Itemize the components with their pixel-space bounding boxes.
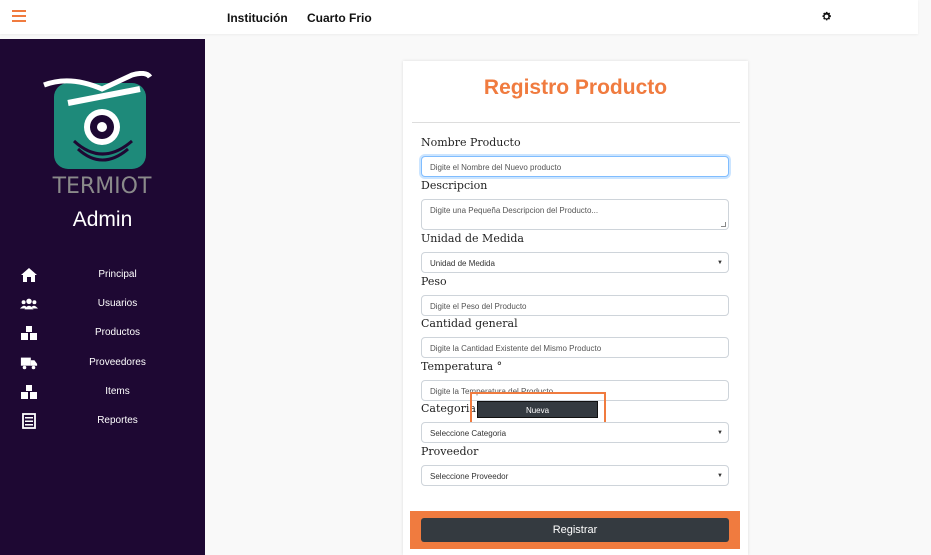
sidebar-item-principal[interactable]: Principal	[0, 264, 205, 288]
clipboard-icon	[22, 413, 36, 429]
weight-input[interactable]: Digite el Peso del Producto	[421, 295, 729, 316]
page-title: Registro Producto	[483, 76, 668, 99]
nav-link-cuarto-frio[interactable]: Cuarto Frio	[307, 11, 372, 25]
resize-handle[interactable]	[721, 222, 726, 227]
category-select[interactable]: Seleccione Categoria ▼	[421, 422, 729, 443]
quantity-input[interactable]: Digite la Cantidad Existente del Mismo P…	[421, 337, 729, 358]
label-descripcion: Descripcion	[421, 179, 488, 192]
sidebar-item-productos[interactable]: Productos	[0, 322, 205, 346]
role-title: Admin	[72, 208, 133, 231]
termiot-logo: TERMIOT	[43, 71, 153, 196]
top-navbar: Institución Cuarto Frio	[0, 0, 918, 34]
hamburger-icon[interactable]	[12, 10, 26, 22]
divider	[412, 122, 740, 123]
new-category-button[interactable]: Nueva	[477, 401, 598, 418]
register-product-card: Registro Producto Nombre Producto Digite…	[403, 61, 748, 555]
nav-link-institucion[interactable]: Institución	[227, 11, 288, 25]
sidebar-item-items[interactable]: Items	[0, 381, 205, 405]
users-icon	[20, 298, 38, 310]
gear-icon[interactable]	[821, 11, 832, 22]
sidebar: TERMIOT Admin Principal Usuarios Product…	[0, 39, 205, 555]
svg-text:TERMIOT: TERMIOT	[52, 174, 152, 196]
chevron-down-icon: ▼	[717, 473, 723, 479]
boxes-icon	[21, 326, 37, 340]
chevron-down-icon: ▼	[717, 260, 723, 266]
sidebar-item-proveedores[interactable]: Proveedores	[0, 352, 205, 376]
home-icon	[21, 268, 37, 282]
description-textarea[interactable]: Digite una Pequeña Descripcion del Produ…	[421, 199, 729, 230]
supplier-select[interactable]: Seleccione Proveedor ▼	[421, 465, 729, 486]
register-button[interactable]: Registrar	[421, 518, 729, 542]
sidebar-item-reportes[interactable]: Reportes	[0, 410, 205, 434]
label-nombre: Nombre Producto	[421, 136, 521, 149]
label-unidad: Unidad de Medida	[421, 232, 524, 245]
register-highlight: Registrar	[410, 511, 740, 549]
label-temperatura: Temperatura °	[421, 360, 503, 373]
product-name-input[interactable]: Digite el Nombre del Nuevo producto	[421, 156, 729, 177]
label-categoria: Categoria	[421, 402, 476, 415]
label-peso: Peso	[421, 275, 447, 288]
chevron-down-icon: ▼	[717, 430, 723, 436]
unit-select[interactable]: Unidad de Medida ▼	[421, 252, 729, 273]
sidebar-item-usuarios[interactable]: Usuarios	[0, 293, 205, 317]
truck-icon	[20, 357, 38, 370]
label-proveedor: Proveedor	[421, 445, 479, 458]
boxes-icon	[21, 385, 37, 399]
label-cantidad: Cantidad general	[421, 317, 518, 330]
